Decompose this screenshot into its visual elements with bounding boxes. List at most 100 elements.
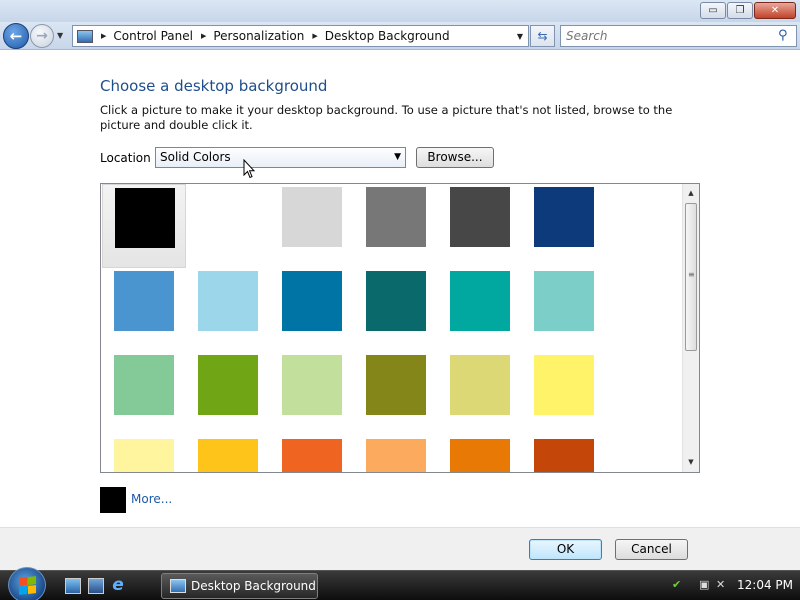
color-swatch-cell[interactable] (438, 436, 522, 472)
more-color-swatch[interactable] (100, 487, 126, 513)
scroll-up-icon[interactable]: ▲ (683, 185, 699, 202)
page-title: Choose a desktop background (100, 77, 328, 95)
breadcrumb-separator-icon[interactable]: ▶ (312, 32, 317, 40)
color-swatch-cell[interactable] (270, 436, 354, 472)
forward-button[interactable]: → (30, 24, 54, 48)
page-description: Click a picture to make it your desktop … (100, 103, 673, 132)
scrollbar-thumb[interactable]: ≡ (685, 203, 697, 351)
color-swatch-cell[interactable] (522, 352, 606, 436)
color-swatch[interactable] (115, 188, 175, 248)
search-icon[interactable]: ⚲ (778, 28, 788, 43)
taskbar: e Desktop Background ✔ ▣ ✕ 12:04 PM (0, 567, 800, 600)
color-swatch-cell[interactable] (186, 436, 270, 472)
color-swatch-cell[interactable] (270, 268, 354, 352)
color-swatch[interactable] (534, 187, 594, 247)
location-select[interactable]: Solid Colors ▼ (155, 147, 406, 168)
color-swatch-cell[interactable] (354, 268, 438, 352)
vertical-scrollbar[interactable]: ▲ ≡ ▼ (682, 184, 699, 472)
minimize-button[interactable]: ▭ (700, 2, 726, 19)
color-swatch[interactable] (534, 439, 594, 472)
color-swatch-cell[interactable] (186, 352, 270, 436)
scroll-down-icon[interactable]: ▼ (683, 454, 699, 471)
start-button[interactable] (8, 567, 46, 600)
control-panel-icon (170, 579, 186, 593)
navigation-bar: ← → ▼ ▶ Control Panel ▶ Personalization … (0, 22, 800, 50)
switch-windows-icon[interactable] (88, 578, 104, 594)
color-swatch[interactable] (282, 187, 342, 247)
browse-button[interactable]: Browse... (416, 147, 494, 168)
color-swatch-cell[interactable] (522, 268, 606, 352)
ok-button[interactable]: OK (529, 539, 602, 560)
taskbar-item-label: Desktop Background (191, 579, 316, 593)
color-swatch[interactable] (534, 271, 594, 331)
volume-muted-icon[interactable]: ✕ (716, 578, 725, 591)
refresh-icon: ⇆ (537, 29, 548, 43)
color-swatch[interactable] (114, 355, 174, 415)
address-dropdown-icon[interactable]: ▼ (517, 32, 523, 41)
color-swatch-cell[interactable] (102, 352, 186, 436)
color-swatch-cell[interactable] (438, 352, 522, 436)
address-bar[interactable]: ▶ Control Panel ▶ Personalization ▶ Desk… (72, 25, 529, 47)
color-swatch-cell[interactable] (438, 268, 522, 352)
back-button[interactable]: ← (3, 23, 29, 49)
security-center-icon[interactable]: ✔ (672, 578, 681, 591)
color-swatch-cell[interactable] (102, 184, 186, 268)
color-swatch-cell[interactable] (270, 352, 354, 436)
dialog-footer: OK Cancel (0, 527, 800, 570)
taskbar-item-desktop-background[interactable]: Desktop Background (161, 573, 318, 599)
color-swatch-cell[interactable] (186, 184, 270, 268)
color-swatch[interactable] (366, 439, 426, 472)
refresh-button[interactable]: ⇆ (530, 25, 555, 47)
chevron-down-icon: ▼ (57, 31, 64, 40)
color-swatch[interactable] (198, 355, 258, 415)
more-colors-link[interactable]: More... (131, 492, 172, 506)
mouse-pointer-icon (243, 159, 255, 179)
internet-explorer-icon[interactable]: e (110, 577, 126, 594)
color-swatch-cell[interactable] (102, 436, 186, 472)
color-swatch-cell[interactable] (186, 268, 270, 352)
color-swatch-cell[interactable] (354, 352, 438, 436)
color-swatch-cell[interactable] (270, 184, 354, 268)
color-swatch-cell[interactable] (354, 436, 438, 472)
breadcrumb-personalization[interactable]: Personalization (213, 29, 304, 43)
system-clock[interactable]: 12:04 PM (737, 578, 793, 592)
color-swatch[interactable] (282, 271, 342, 331)
arrow-right-icon: → (36, 28, 48, 44)
maximize-button[interactable]: ❐ (727, 2, 753, 19)
network-icon[interactable]: ▣ (699, 578, 709, 591)
color-swatch[interactable] (450, 439, 510, 472)
grip-icon: ≡ (688, 270, 695, 279)
color-swatch[interactable] (366, 355, 426, 415)
color-swatch-cell[interactable] (102, 268, 186, 352)
color-swatch[interactable] (366, 271, 426, 331)
breadcrumb-desktop-background[interactable]: Desktop Background (325, 29, 450, 43)
color-swatch-cell[interactable] (522, 184, 606, 268)
color-swatch-grid: ▲ ≡ ▼ (100, 183, 700, 473)
color-swatch[interactable] (114, 439, 174, 472)
color-swatch[interactable] (198, 187, 258, 247)
color-swatch[interactable] (282, 439, 342, 472)
color-swatch[interactable] (282, 355, 342, 415)
color-swatch[interactable] (450, 271, 510, 331)
chevron-down-icon: ▼ (394, 152, 401, 162)
color-swatch[interactable] (534, 355, 594, 415)
recent-pages-button[interactable]: ▼ (57, 31, 63, 40)
breadcrumb-separator-icon[interactable]: ▶ (101, 32, 106, 40)
color-swatch[interactable] (366, 187, 426, 247)
color-swatch-cell[interactable] (354, 184, 438, 268)
color-swatch-cell[interactable] (438, 184, 522, 268)
window-controls: ▭ ❐ ✕ (700, 2, 796, 19)
color-swatch-cell[interactable] (522, 436, 606, 472)
color-swatch[interactable] (450, 187, 510, 247)
breadcrumb-control-panel[interactable]: Control Panel (113, 29, 193, 43)
search-input[interactable] (560, 25, 797, 47)
control-panel-icon (77, 29, 93, 43)
color-swatch[interactable] (114, 271, 174, 331)
close-button[interactable]: ✕ (754, 2, 796, 19)
color-swatch[interactable] (198, 271, 258, 331)
color-swatch[interactable] (450, 355, 510, 415)
breadcrumb-separator-icon[interactable]: ▶ (201, 32, 206, 40)
cancel-button[interactable]: Cancel (615, 539, 688, 560)
color-swatch[interactable] (198, 439, 258, 472)
show-desktop-icon[interactable] (65, 578, 81, 594)
